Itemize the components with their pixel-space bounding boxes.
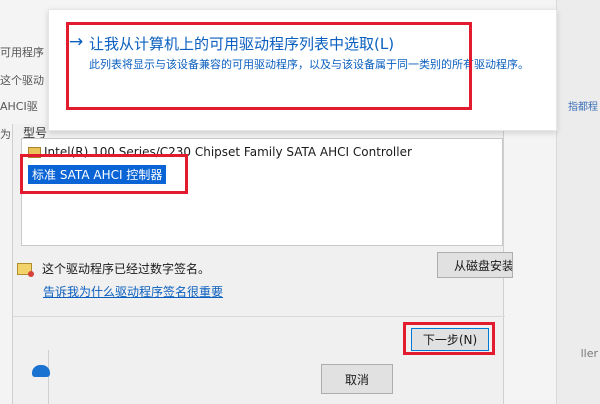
bg-text-line-4: 为 bbox=[0, 128, 11, 141]
highlight-box-option bbox=[66, 22, 472, 110]
bottom-divider bbox=[48, 350, 49, 404]
dialog-divider bbox=[13, 316, 505, 317]
have-disk-button[interactable]: 从磁盘安装 bbox=[437, 252, 513, 278]
signature-text: 这个驱动程序已经过数字签名。 bbox=[42, 262, 211, 276]
signature-row: 这个驱动程序已经过数字签名。 bbox=[17, 260, 210, 277]
bg-text-line-2: 这个驱动 bbox=[0, 74, 44, 87]
bg-right-controller-text: ller bbox=[580, 347, 598, 360]
background-right-window: 指都程 ller bbox=[556, 0, 600, 404]
cancel-button[interactable]: 取消 bbox=[321, 364, 393, 394]
signature-info-link[interactable]: 告诉我为什么驱动程序签名很重要 bbox=[43, 283, 223, 300]
cloud-icon bbox=[32, 365, 50, 377]
bg-right-link: 指都程 bbox=[568, 102, 598, 113]
highlight-box-driver bbox=[20, 154, 188, 194]
certificate-icon bbox=[17, 262, 34, 277]
highlight-box-next bbox=[403, 322, 495, 355]
bg-text-line-1: 可用程序 bbox=[0, 46, 44, 59]
bg-text-line-3: AHCI驱 bbox=[0, 100, 38, 113]
